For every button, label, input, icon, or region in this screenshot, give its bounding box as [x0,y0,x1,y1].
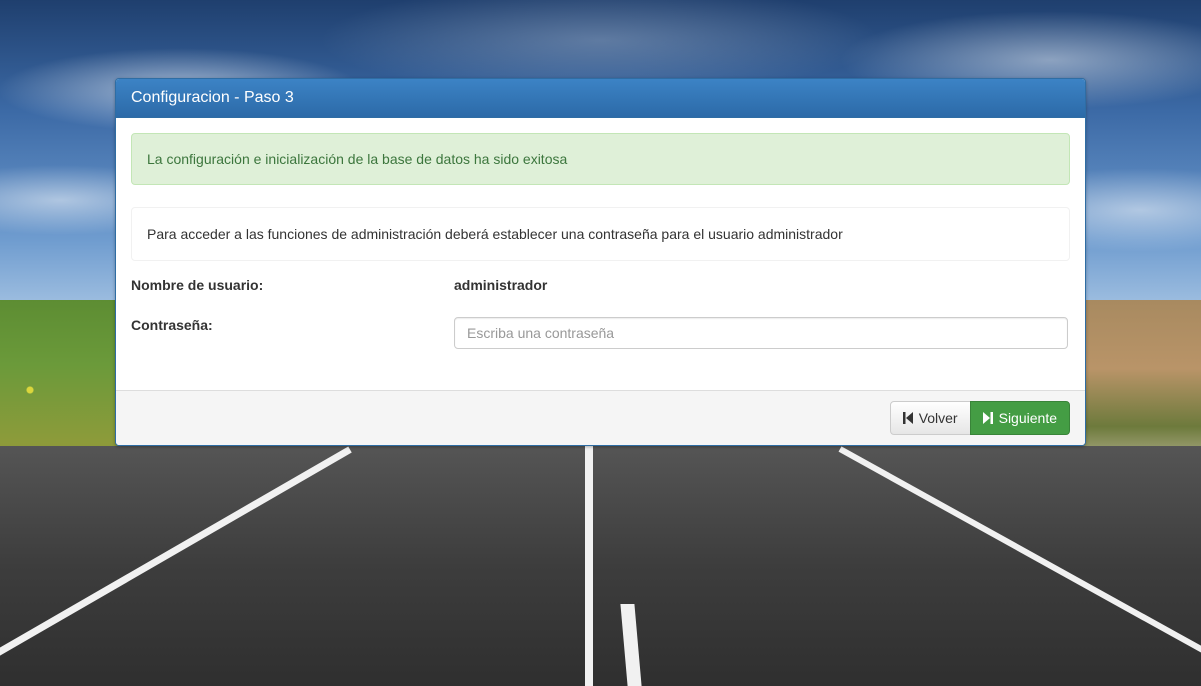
success-alert: La configuración e inicialización de la … [131,133,1070,185]
step-forward-icon [982,412,993,424]
panel-footer: Volver Siguiente [116,390,1085,445]
info-message: Para acceder a las funciones de administ… [131,207,1070,261]
panel-title: Configuracion - Paso 3 [116,79,1085,118]
back-button-label: Volver [918,410,958,426]
next-button-label: Siguiente [998,410,1057,426]
step-backward-icon [902,412,913,424]
back-button[interactable]: Volver [889,401,971,435]
background-road [0,446,1201,686]
next-button[interactable]: Siguiente [969,401,1070,435]
username-value: administrador [454,277,548,293]
setup-panel: Configuracion - Paso 3 La configuración … [115,78,1086,446]
username-label: Nombre de usuario: [131,277,264,293]
road-center-line [585,446,593,686]
navigation-button-group: Volver Siguiente [889,401,1070,435]
password-label: Contraseña: [131,317,213,333]
password-input[interactable] [454,317,1068,349]
panel-body: La configuración e inicialización de la … [116,118,1085,391]
